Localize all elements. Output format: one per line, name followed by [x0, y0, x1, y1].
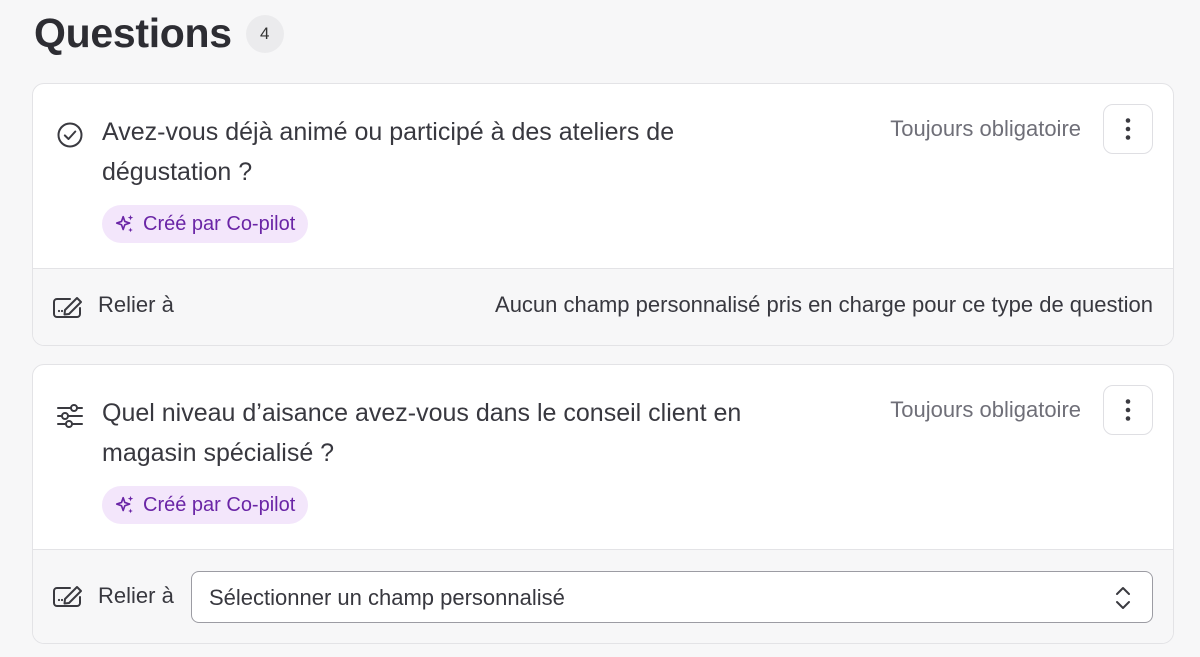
sparkles-icon: [115, 495, 134, 514]
kebab-icon: [1125, 399, 1131, 421]
more-options-button[interactable]: [1103, 385, 1153, 435]
requirement-label: Toujours obligatoire: [890, 116, 1081, 141]
link-label: Relier à: [98, 583, 174, 608]
link-label: Relier à: [98, 292, 174, 317]
link-unsupported-note: Aucun champ personnalisé pris en charge …: [495, 292, 1153, 317]
question-card: Avez-vous déjà animé ou participé à des …: [32, 83, 1174, 346]
page-title: Questions: [34, 10, 232, 56]
link-row: Relier à Aucun champ personnalisé pris e…: [33, 268, 1173, 345]
question-text: Quel niveau d’aisance avez-vous dans le …: [102, 399, 742, 467]
custom-field-select[interactable]: Sélectionner un champ personnalisé: [191, 571, 1153, 623]
badge-label: Créé par Co-pilot: [143, 493, 296, 516]
sliders-icon: [55, 401, 85, 431]
edit-link-icon: [52, 583, 86, 614]
select-placeholder: Sélectionner un champ personnalisé: [209, 585, 565, 610]
question-count-badge: 4: [245, 14, 284, 53]
chevron-up-down-icon: [1114, 584, 1132, 617]
link-row: Relier à Sélectionner un champ personnal…: [33, 549, 1173, 643]
badge-label: Créé par Co-pilot: [143, 212, 296, 235]
more-options-button[interactable]: [1103, 104, 1153, 154]
question-card: Quel niveau d’aisance avez-vous dans le …: [32, 364, 1174, 644]
requirement-label: Toujours obligatoire: [890, 397, 1081, 422]
sparkles-icon: [115, 214, 134, 233]
copilot-badge: Créé par Co-pilot: [102, 486, 309, 524]
kebab-icon: [1125, 118, 1131, 140]
questions-header: Questions 4: [34, 10, 284, 57]
edit-link-icon: [52, 294, 86, 325]
check-circle-icon: [55, 120, 85, 150]
question-text: Avez-vous déjà animé ou participé à des …: [102, 118, 675, 186]
copilot-badge: Créé par Co-pilot: [102, 205, 309, 243]
